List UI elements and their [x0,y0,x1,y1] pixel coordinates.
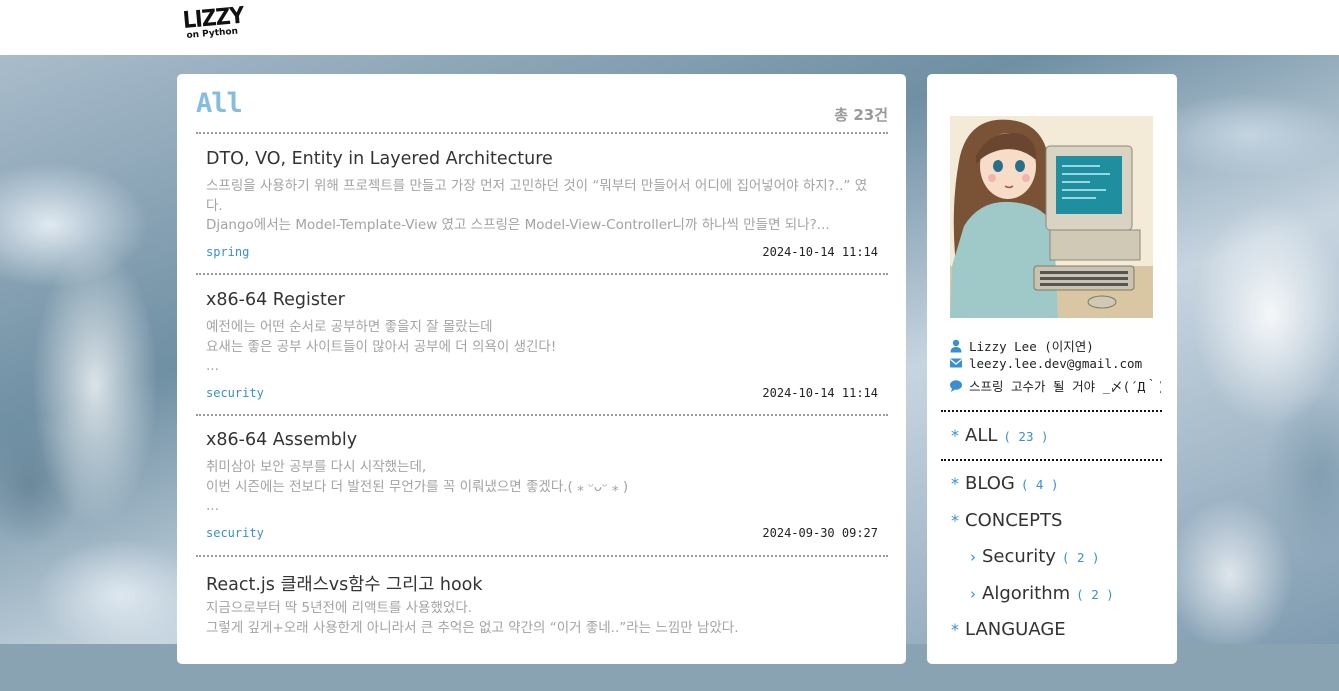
category-blog[interactable]: * BLOG ( 4 ) [951,473,1059,494]
user-icon [950,339,962,353]
asterisk-icon: * [951,474,959,493]
page-title: All [196,88,243,119]
category-label[interactable]: BLOG [965,473,1015,494]
profile-email[interactable]: leezy.lee.dev@gmail.com [969,356,1142,371]
post-date: 2024-10-14 11:14 [762,386,878,400]
post-title[interactable]: DTO, VO, Entity in Layered Architecture [206,149,553,169]
category-count: ( 2 ) [1076,587,1114,602]
asterisk-icon: * [951,620,959,639]
asterisk-icon: * [951,511,959,530]
post-list-panel: All 총 23건 DTO, VO, Entity in Layered Arc… [177,74,906,664]
post-excerpt: 취미삼아 보안 공부를 다시 시작했는데, 이번 시즌에는 전보다 더 발전된 … [206,459,629,514]
category-label[interactable]: CONCEPTS [965,510,1062,531]
category-concepts[interactable]: * CONCEPTS [951,510,1062,531]
divider [196,414,888,416]
asterisk-icon: * [951,426,959,445]
post-tag[interactable]: spring [206,245,249,259]
divider [941,410,1162,412]
profile-name-row: Lizzy Lee (이지연) [949,336,1161,356]
post-date: 2024-09-30 09:27 [762,526,878,540]
category-algorithm[interactable]: › Algorithm ( 2 ) [970,583,1114,604]
category-label[interactable]: Security [982,546,1056,567]
envelope-icon [950,358,962,368]
category-label[interactable]: Algorithm [982,583,1070,604]
top-navbar: LIZZY on Python [0,0,1339,55]
post-title[interactable]: React.js 클래스vs함수 그리고 hook [206,571,483,596]
profile-motto-row: 스프링 고수가 될 거야 _〆(´Д｀) [949,376,1161,396]
category-count: ( 4 ) [1020,477,1059,492]
category-security[interactable]: › Security ( 2 ) [970,546,1100,567]
category-all[interactable]: * ALL ( 23 ) [951,425,1049,446]
post-item[interactable]: DTO, VO, Entity in Layered Architecture … [206,149,878,269]
chevron-right-icon: › [970,548,976,566]
profile-name: Lizzy Lee (이지연) [969,339,1094,354]
profile-motto: 스프링 고수가 될 거야 _〆(´Д｀) [969,379,1161,394]
divider [941,459,1162,461]
divider [196,132,888,134]
post-title[interactable]: x86-64 Assembly [206,430,357,450]
site-logo[interactable]: LIZZY on Python [182,3,245,48]
profile-email-row[interactable]: leezy.lee.dev@gmail.com [949,356,1161,376]
post-item[interactable]: x86-64 Register 예전에는 어떤 순서로 공부하면 좋을지 잘 몰… [206,290,878,410]
sidebar-panel: Lizzy Lee (이지연) leezy.lee.dev@gmail.com … [927,74,1177,664]
category-language[interactable]: * LANGUAGE [951,619,1066,640]
category-label[interactable]: LANGUAGE [965,619,1066,640]
chevron-right-icon: › [970,585,976,603]
category-count: ( 23 ) [1003,429,1049,444]
post-count: 총 23건 [834,106,888,124]
post-item[interactable]: React.js 클래스vs함수 그리고 hook 지금으로부터 딱 5년전에 … [206,571,878,691]
post-tag[interactable]: security [206,526,264,540]
post-item[interactable]: x86-64 Assembly 취미삼아 보안 공부를 다시 시작했는데, 이번… [206,430,878,550]
divider [196,555,888,557]
comment-icon [950,380,962,392]
category-label[interactable]: ALL [965,425,997,446]
post-title[interactable]: x86-64 Register [206,290,345,310]
post-excerpt: 예전에는 어떤 순서로 공부하면 좋을지 잘 몰랐는데 요새는 좋은 공부 사이… [206,319,557,374]
post-date: 2024-10-14 11:14 [762,245,878,259]
post-tag[interactable]: security [206,386,264,400]
post-excerpt: 지금으로부터 딱 5년전에 리액트를 사용했었다. 그렇게 깊게+오래 사용한게… [206,600,739,636]
divider [196,273,888,275]
category-count: ( 2 ) [1061,550,1100,565]
post-excerpt: 스프링을 사용하기 위해 프로젝트를 만들고 가장 먼저 고민하던 것이 “뭐부… [206,178,868,233]
avatar [950,116,1153,318]
